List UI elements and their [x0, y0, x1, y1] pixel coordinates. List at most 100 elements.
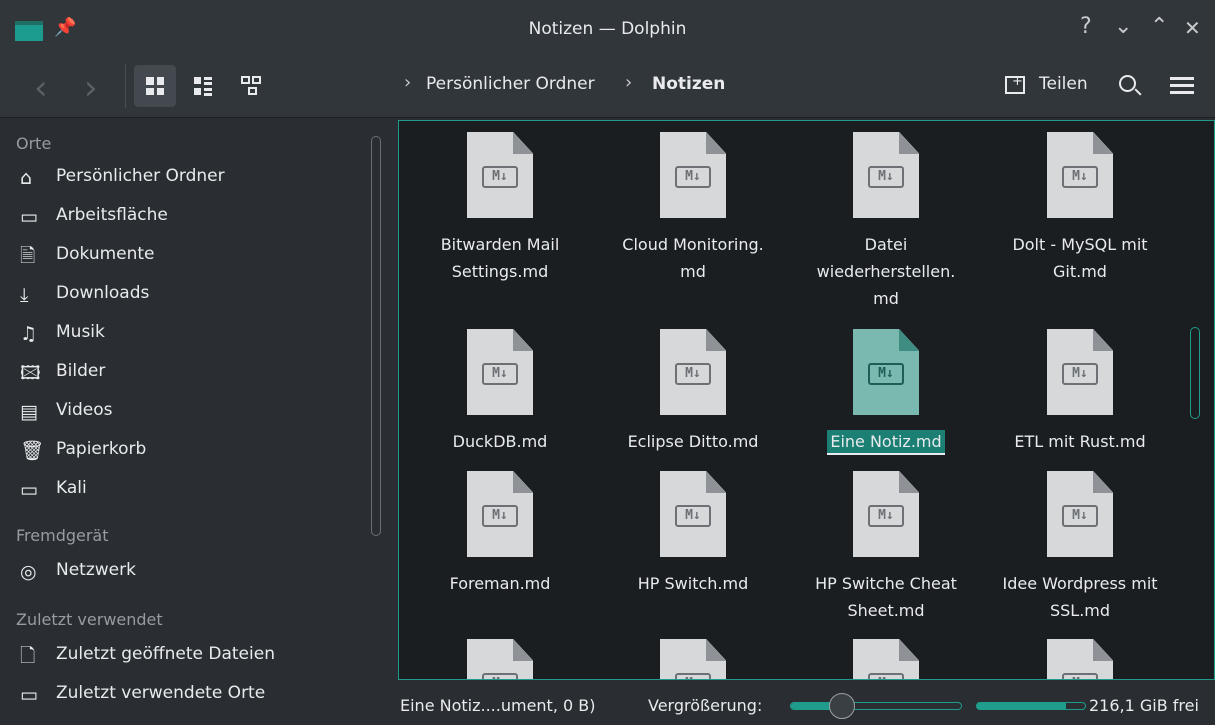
markdown-badge: M↓	[868, 363, 904, 385]
file-name-line: Dolt - MySQL mit	[1012, 235, 1148, 254]
forward-button[interactable]: ›	[84, 68, 98, 108]
markdown-badge: M↓	[1062, 166, 1098, 188]
markdown-badge: M↓	[482, 363, 518, 385]
sidebar-item[interactable]: 🖾 Bilder	[16, 357, 356, 391]
markdown-badge: M↓	[868, 673, 904, 679]
documents-icon: 🗎	[20, 245, 36, 267]
markdown-badge: M↓	[1062, 673, 1098, 679]
sidebar-item[interactable]: ♫ Musik	[16, 318, 356, 352]
minimize-button[interactable]: ⌄	[1114, 14, 1132, 39]
title-bar[interactable]: 📌 Notizen — Dolphin ? ⌄ ⌃ ✕	[0, 0, 1215, 60]
status-bar: Eine Notiz....ument, 0 B) Vergrößerung: …	[398, 686, 1215, 725]
sidebar-item[interactable]: 🗎 Dokumente	[16, 240, 356, 274]
sidebar-scrollbar[interactable]	[371, 136, 381, 536]
breadcrumb-current[interactable]: Notizen	[652, 74, 725, 94]
sidebar-item[interactable]: ⤓ Downloads	[16, 279, 356, 313]
file-name: HP Switche Cheat Sheet.md	[791, 570, 981, 624]
zoom-slider[interactable]	[790, 702, 962, 710]
markdown-badge: M↓	[482, 673, 518, 679]
sidebar-item[interactable]: ▭ Zuletzt verwendete Orte	[16, 679, 356, 713]
markdown-file-icon: M↓	[853, 471, 919, 557]
file-name-line: Sheet.md	[847, 601, 925, 620]
sidebar-item[interactable]: 🗑 Papierkorb	[16, 435, 356, 469]
file-name-line: Bitwarden Mail	[440, 235, 560, 254]
places-sidebar: Orte ⌂ Persönlicher Ordner ▭ Arbeitsfläche 🗎 D…	[0, 118, 392, 725]
sidebar-item[interactable]: ▭ Arbeitsfläche	[16, 201, 356, 235]
file-name-line: SSL.md	[1049, 601, 1111, 620]
sidebar-section-title: Zuletzt verwendet	[16, 610, 163, 629]
sidebar-item-label: Zuletzt verwendete Orte	[56, 683, 266, 703]
folder-icon: ▭	[20, 479, 38, 501]
trash-icon: 🗑	[20, 440, 45, 462]
file-name: Datei wiederherstellen. md	[791, 231, 981, 312]
markdown-badge: M↓	[482, 505, 518, 527]
file-name: ETL mit Rust.md	[985, 428, 1175, 455]
file-name: Eine Notiz.md	[791, 428, 981, 455]
sidebar-item[interactable]: ⌂ Persönlicher Ordner	[16, 162, 356, 196]
markdown-file-icon: M↓	[660, 329, 726, 415]
file-name: DuckDB.md	[405, 428, 595, 455]
file-view[interactable]: M↓ Bitwarden Mail Settings.md M↓ Cloud Monit…	[398, 120, 1215, 680]
markdown-badge: M↓	[675, 505, 711, 527]
markdown-file-icon: M↓	[1047, 329, 1113, 415]
maximize-button[interactable]: ⌃	[1150, 14, 1168, 39]
sidebar-item[interactable]: 🗋 Zuletzt geöffnete Dateien	[16, 640, 356, 674]
file-name-line: Git.md	[1053, 262, 1107, 281]
file-name-line: md	[680, 262, 706, 281]
help-button[interactable]: ?	[1080, 14, 1092, 39]
file-name-line: HP Switch.md	[637, 574, 749, 593]
markdown-badge: M↓	[675, 673, 711, 679]
file-name-line: wiederherstellen.	[816, 262, 956, 281]
sidebar-item-label: Videos	[56, 400, 113, 420]
home-icon: ⌂	[20, 167, 33, 189]
breadcrumb-chevron-icon: ›	[404, 72, 412, 93]
markdown-file-icon: M↓	[853, 132, 919, 218]
free-space-fill	[977, 703, 1066, 709]
file-name-line: Foreman.md	[449, 574, 551, 593]
compact-view-icon	[194, 77, 212, 96]
recent-places-icon: ▭	[20, 684, 38, 706]
music-icon: ♫	[20, 323, 38, 345]
downloads-icon: ⤓	[20, 284, 29, 306]
sidebar-item-label: Zuletzt geöffnete Dateien	[56, 644, 275, 664]
file-name-line: Eclipse Ditto.md	[627, 432, 759, 451]
file-name: Eclipse Ditto.md	[598, 428, 788, 455]
details-view-button[interactable]	[230, 65, 272, 107]
search-icon[interactable]	[1119, 75, 1136, 92]
markdown-file-icon: M↓	[1047, 639, 1113, 679]
markdown-badge: M↓	[1062, 505, 1098, 527]
markdown-file-icon: M↓	[1047, 132, 1113, 218]
file-name: Cloud Monitoring. md	[598, 231, 788, 285]
sidebar-item-label: Dokumente	[56, 244, 155, 264]
file-name-line: HP Switche Cheat	[815, 574, 957, 593]
sidebar-section-title: Orte	[16, 134, 52, 153]
markdown-badge: M↓	[868, 166, 904, 188]
breadcrumb-home[interactable]: Persönlicher Ordner	[426, 74, 595, 94]
back-button[interactable]: ‹	[34, 68, 48, 108]
file-view-scrollbar[interactable]	[1190, 327, 1200, 419]
sidebar-item-label: Arbeitsfläche	[56, 205, 168, 225]
markdown-file-icon: M↓	[467, 471, 533, 557]
sidebar-item[interactable]: ▭ Kali	[16, 474, 356, 508]
markdown-file-icon: M↓	[467, 639, 533, 679]
file-name-line: Settings.md	[451, 262, 549, 281]
file-name: Dolt - MySQL mit Git.md	[985, 231, 1175, 285]
sidebar-item-label: Netzwerk	[56, 560, 136, 580]
file-name-line: Eine Notiz.md	[827, 430, 945, 455]
sidebar-item[interactable]: ◎ Netzwerk	[16, 556, 356, 590]
free-space-bar	[976, 702, 1086, 710]
dolphin-window: 📌 Notizen — Dolphin ? ⌄ ⌃ ✕ ‹ › › Persön…	[0, 0, 1215, 725]
close-button[interactable]: ✕	[1184, 16, 1201, 40]
hamburger-menu-icon[interactable]	[1170, 77, 1194, 95]
sidebar-item[interactable]: ▤ Videos	[16, 396, 356, 430]
file-name-line: md	[873, 289, 899, 308]
compact-view-button[interactable]	[182, 65, 224, 107]
file-name-line: ETL mit Rust.md	[1014, 432, 1146, 451]
icons-view-button[interactable]	[134, 65, 176, 107]
file-name-line: DuckDB.md	[452, 432, 548, 451]
toolbar: ‹ › › Persönlicher Ordner › Notizen Teil…	[0, 58, 1215, 118]
zoom-slider-handle[interactable]	[829, 693, 855, 719]
file-name-line: Datei	[864, 235, 908, 254]
sidebar-item-label: Persönlicher Ordner	[56, 166, 225, 186]
sidebar-item-label: Downloads	[56, 283, 150, 303]
